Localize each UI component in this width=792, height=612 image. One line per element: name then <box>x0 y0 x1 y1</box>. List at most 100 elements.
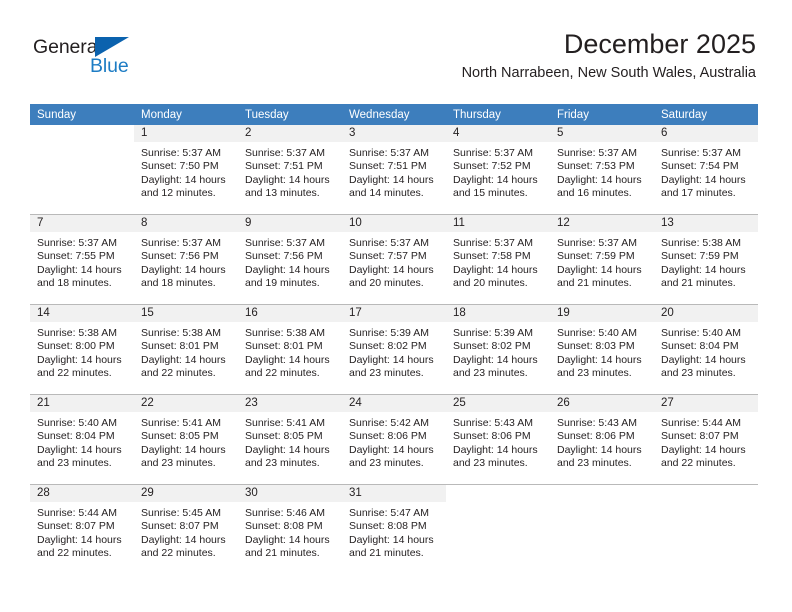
sunrise-text: Sunrise: 5:41 AM <box>141 417 221 429</box>
sunrise-text: Sunrise: 5:37 AM <box>245 147 325 159</box>
day-cell[interactable]: 6 Sunrise: 5:37 AM Sunset: 7:54 PM Dayli… <box>654 125 758 215</box>
sunset-text: Sunset: 8:07 PM <box>37 520 115 533</box>
day-cell[interactable]: 27 Sunrise: 5:44 AM Sunset: 8:07 PM Dayl… <box>654 394 758 485</box>
daylight-text-line2: and 17 minutes. <box>661 187 736 200</box>
day-number: 4 <box>446 125 550 142</box>
daylight-text-line2: and 23 minutes. <box>453 367 528 380</box>
day-cell-inner: 11 Sunrise: 5:37 AM Sunset: 7:58 PM Dayl… <box>446 215 550 304</box>
sunset-text: Sunset: 8:04 PM <box>37 430 115 443</box>
day-cell[interactable]: 26 Sunrise: 5:43 AM Sunset: 8:06 PM Dayl… <box>550 394 654 485</box>
day-cell[interactable]: 3 Sunrise: 5:37 AM Sunset: 7:51 PM Dayli… <box>342 125 446 215</box>
sunrise-text: Sunrise: 5:45 AM <box>141 507 221 519</box>
day-cell[interactable]: 12 Sunrise: 5:37 AM Sunset: 7:59 PM Dayl… <box>550 214 654 305</box>
day-cell[interactable]: 2 Sunrise: 5:37 AM Sunset: 7:51 PM Dayli… <box>238 125 342 215</box>
day-number: 31 <box>342 485 446 502</box>
day-details: Sunrise: 5:41 AM Sunset: 8:05 PM Dayligh… <box>238 412 342 471</box>
day-number: 18 <box>446 305 550 322</box>
daylight-text-line2: and 23 minutes. <box>557 367 632 380</box>
daylight-text-line2: and 20 minutes. <box>349 277 424 290</box>
sunrise-text: Sunrise: 5:37 AM <box>453 237 533 249</box>
day-cell[interactable]: 28 Sunrise: 5:44 AM Sunset: 8:07 PM Dayl… <box>30 484 134 574</box>
day-details: Sunrise: 5:37 AM Sunset: 7:50 PM Dayligh… <box>134 142 238 201</box>
day-cell[interactable]: 9 Sunrise: 5:37 AM Sunset: 7:56 PM Dayli… <box>238 214 342 305</box>
day-cell-inner: 13 Sunrise: 5:38 AM Sunset: 7:59 PM Dayl… <box>654 215 758 304</box>
week-row: 21 Sunrise: 5:40 AM Sunset: 8:04 PM Dayl… <box>30 394 758 485</box>
daylight-text-line2: and 23 minutes. <box>349 367 424 380</box>
sunset-text: Sunset: 7:51 PM <box>245 160 323 173</box>
daylight-text-line1: Daylight: 14 hours <box>453 443 538 456</box>
day-number: 16 <box>238 305 342 322</box>
day-number: 9 <box>238 215 342 232</box>
day-cell-inner: 20 Sunrise: 5:40 AM Sunset: 8:04 PM Dayl… <box>654 305 758 394</box>
day-number <box>654 485 758 502</box>
sunrise-text: Sunrise: 5:37 AM <box>661 147 741 159</box>
day-cell[interactable]: 1 Sunrise: 5:37 AM Sunset: 7:50 PM Dayli… <box>134 125 238 215</box>
day-cell[interactable]: 19 Sunrise: 5:40 AM Sunset: 8:03 PM Dayl… <box>550 304 654 395</box>
day-cell[interactable]: 4 Sunrise: 5:37 AM Sunset: 7:52 PM Dayli… <box>446 125 550 215</box>
day-cell[interactable]: 13 Sunrise: 5:38 AM Sunset: 7:59 PM Dayl… <box>654 214 758 305</box>
day-details: Sunrise: 5:46 AM Sunset: 8:08 PM Dayligh… <box>238 502 342 561</box>
daylight-text-line2: and 23 minutes. <box>661 367 736 380</box>
daylight-text-line2: and 23 minutes. <box>557 457 632 470</box>
day-cell[interactable]: 24 Sunrise: 5:42 AM Sunset: 8:06 PM Dayl… <box>342 394 446 485</box>
day-cell[interactable]: 17 Sunrise: 5:39 AM Sunset: 8:02 PM Dayl… <box>342 304 446 395</box>
day-cell[interactable]: 22 Sunrise: 5:41 AM Sunset: 8:05 PM Dayl… <box>134 394 238 485</box>
sunset-text: Sunset: 8:08 PM <box>245 520 323 533</box>
day-cell[interactable]: 21 Sunrise: 5:40 AM Sunset: 8:04 PM Dayl… <box>30 394 134 485</box>
day-details: Sunrise: 5:37 AM Sunset: 7:59 PM Dayligh… <box>550 232 654 291</box>
sunrise-text: Sunrise: 5:37 AM <box>557 147 637 159</box>
daylight-text-line1: Daylight: 14 hours <box>453 353 538 366</box>
day-cell[interactable]: 7 Sunrise: 5:37 AM Sunset: 7:55 PM Dayli… <box>30 214 134 305</box>
sunrise-text: Sunrise: 5:42 AM <box>349 417 429 429</box>
day-cell-inner: 30 Sunrise: 5:46 AM Sunset: 8:08 PM Dayl… <box>238 485 342 574</box>
day-cell-inner: 1 Sunrise: 5:37 AM Sunset: 7:50 PM Dayli… <box>134 125 238 214</box>
day-cell[interactable] <box>550 484 654 574</box>
day-details: Sunrise: 5:45 AM Sunset: 8:07 PM Dayligh… <box>134 502 238 561</box>
weekday-header-friday: Friday <box>550 104 654 125</box>
sunset-text: Sunset: 8:06 PM <box>557 430 635 443</box>
day-cell[interactable]: 18 Sunrise: 5:39 AM Sunset: 8:02 PM Dayl… <box>446 304 550 395</box>
day-cell[interactable]: 5 Sunrise: 5:37 AM Sunset: 7:53 PM Dayli… <box>550 125 654 215</box>
daylight-text-line1: Daylight: 14 hours <box>141 263 226 276</box>
day-cell-inner: 15 Sunrise: 5:38 AM Sunset: 8:01 PM Dayl… <box>134 305 238 394</box>
sunrise-text: Sunrise: 5:37 AM <box>141 147 221 159</box>
day-cell[interactable]: 14 Sunrise: 5:38 AM Sunset: 8:00 PM Dayl… <box>30 304 134 395</box>
day-cell[interactable]: 30 Sunrise: 5:46 AM Sunset: 8:08 PM Dayl… <box>238 484 342 574</box>
day-cell-inner: 9 Sunrise: 5:37 AM Sunset: 7:56 PM Dayli… <box>238 215 342 304</box>
daylight-text-line2: and 21 minutes. <box>349 547 424 560</box>
day-cell[interactable]: 20 Sunrise: 5:40 AM Sunset: 8:04 PM Dayl… <box>654 304 758 395</box>
day-details: Sunrise: 5:37 AM Sunset: 7:58 PM Dayligh… <box>446 232 550 291</box>
day-number: 22 <box>134 395 238 412</box>
daylight-text-line1: Daylight: 14 hours <box>661 443 746 456</box>
day-cell-inner: 21 Sunrise: 5:40 AM Sunset: 8:04 PM Dayl… <box>30 395 134 484</box>
day-details: Sunrise: 5:38 AM Sunset: 8:00 PM Dayligh… <box>30 322 134 381</box>
general-blue-logo[interactable]: General Blue <box>33 36 163 82</box>
day-cell[interactable]: 16 Sunrise: 5:38 AM Sunset: 8:01 PM Dayl… <box>238 304 342 395</box>
weekday-header-thursday: Thursday <box>446 104 550 125</box>
day-cell[interactable] <box>446 484 550 574</box>
sunrise-text: Sunrise: 5:38 AM <box>37 327 117 339</box>
day-number: 20 <box>654 305 758 322</box>
sunrise-text: Sunrise: 5:46 AM <box>245 507 325 519</box>
day-cell[interactable]: 8 Sunrise: 5:37 AM Sunset: 7:56 PM Dayli… <box>134 214 238 305</box>
day-details: Sunrise: 5:37 AM Sunset: 7:53 PM Dayligh… <box>550 142 654 201</box>
daylight-text-line2: and 23 minutes. <box>453 457 528 470</box>
day-cell[interactable]: 11 Sunrise: 5:37 AM Sunset: 7:58 PM Dayl… <box>446 214 550 305</box>
day-cell[interactable]: 25 Sunrise: 5:43 AM Sunset: 8:06 PM Dayl… <box>446 394 550 485</box>
day-cell[interactable]: 15 Sunrise: 5:38 AM Sunset: 8:01 PM Dayl… <box>134 304 238 395</box>
day-cell[interactable] <box>654 484 758 574</box>
day-cell[interactable]: 29 Sunrise: 5:45 AM Sunset: 8:07 PM Dayl… <box>134 484 238 574</box>
day-number <box>446 485 550 502</box>
daylight-text-line1: Daylight: 14 hours <box>141 173 226 186</box>
day-details <box>550 502 654 507</box>
week-row: 28 Sunrise: 5:44 AM Sunset: 8:07 PM Dayl… <box>30 484 758 574</box>
daylight-text-line1: Daylight: 14 hours <box>349 173 434 186</box>
day-details: Sunrise: 5:37 AM Sunset: 7:55 PM Dayligh… <box>30 232 134 291</box>
day-cell[interactable]: 23 Sunrise: 5:41 AM Sunset: 8:05 PM Dayl… <box>238 394 342 485</box>
day-cell[interactable] <box>30 125 134 215</box>
day-number <box>30 125 134 142</box>
day-cell[interactable]: 31 Sunrise: 5:47 AM Sunset: 8:08 PM Dayl… <box>342 484 446 574</box>
title-block: December 2025 North Narrabeen, New South… <box>462 28 756 82</box>
day-cell[interactable]: 10 Sunrise: 5:37 AM Sunset: 7:57 PM Dayl… <box>342 214 446 305</box>
page-title: December 2025 <box>563 29 756 59</box>
